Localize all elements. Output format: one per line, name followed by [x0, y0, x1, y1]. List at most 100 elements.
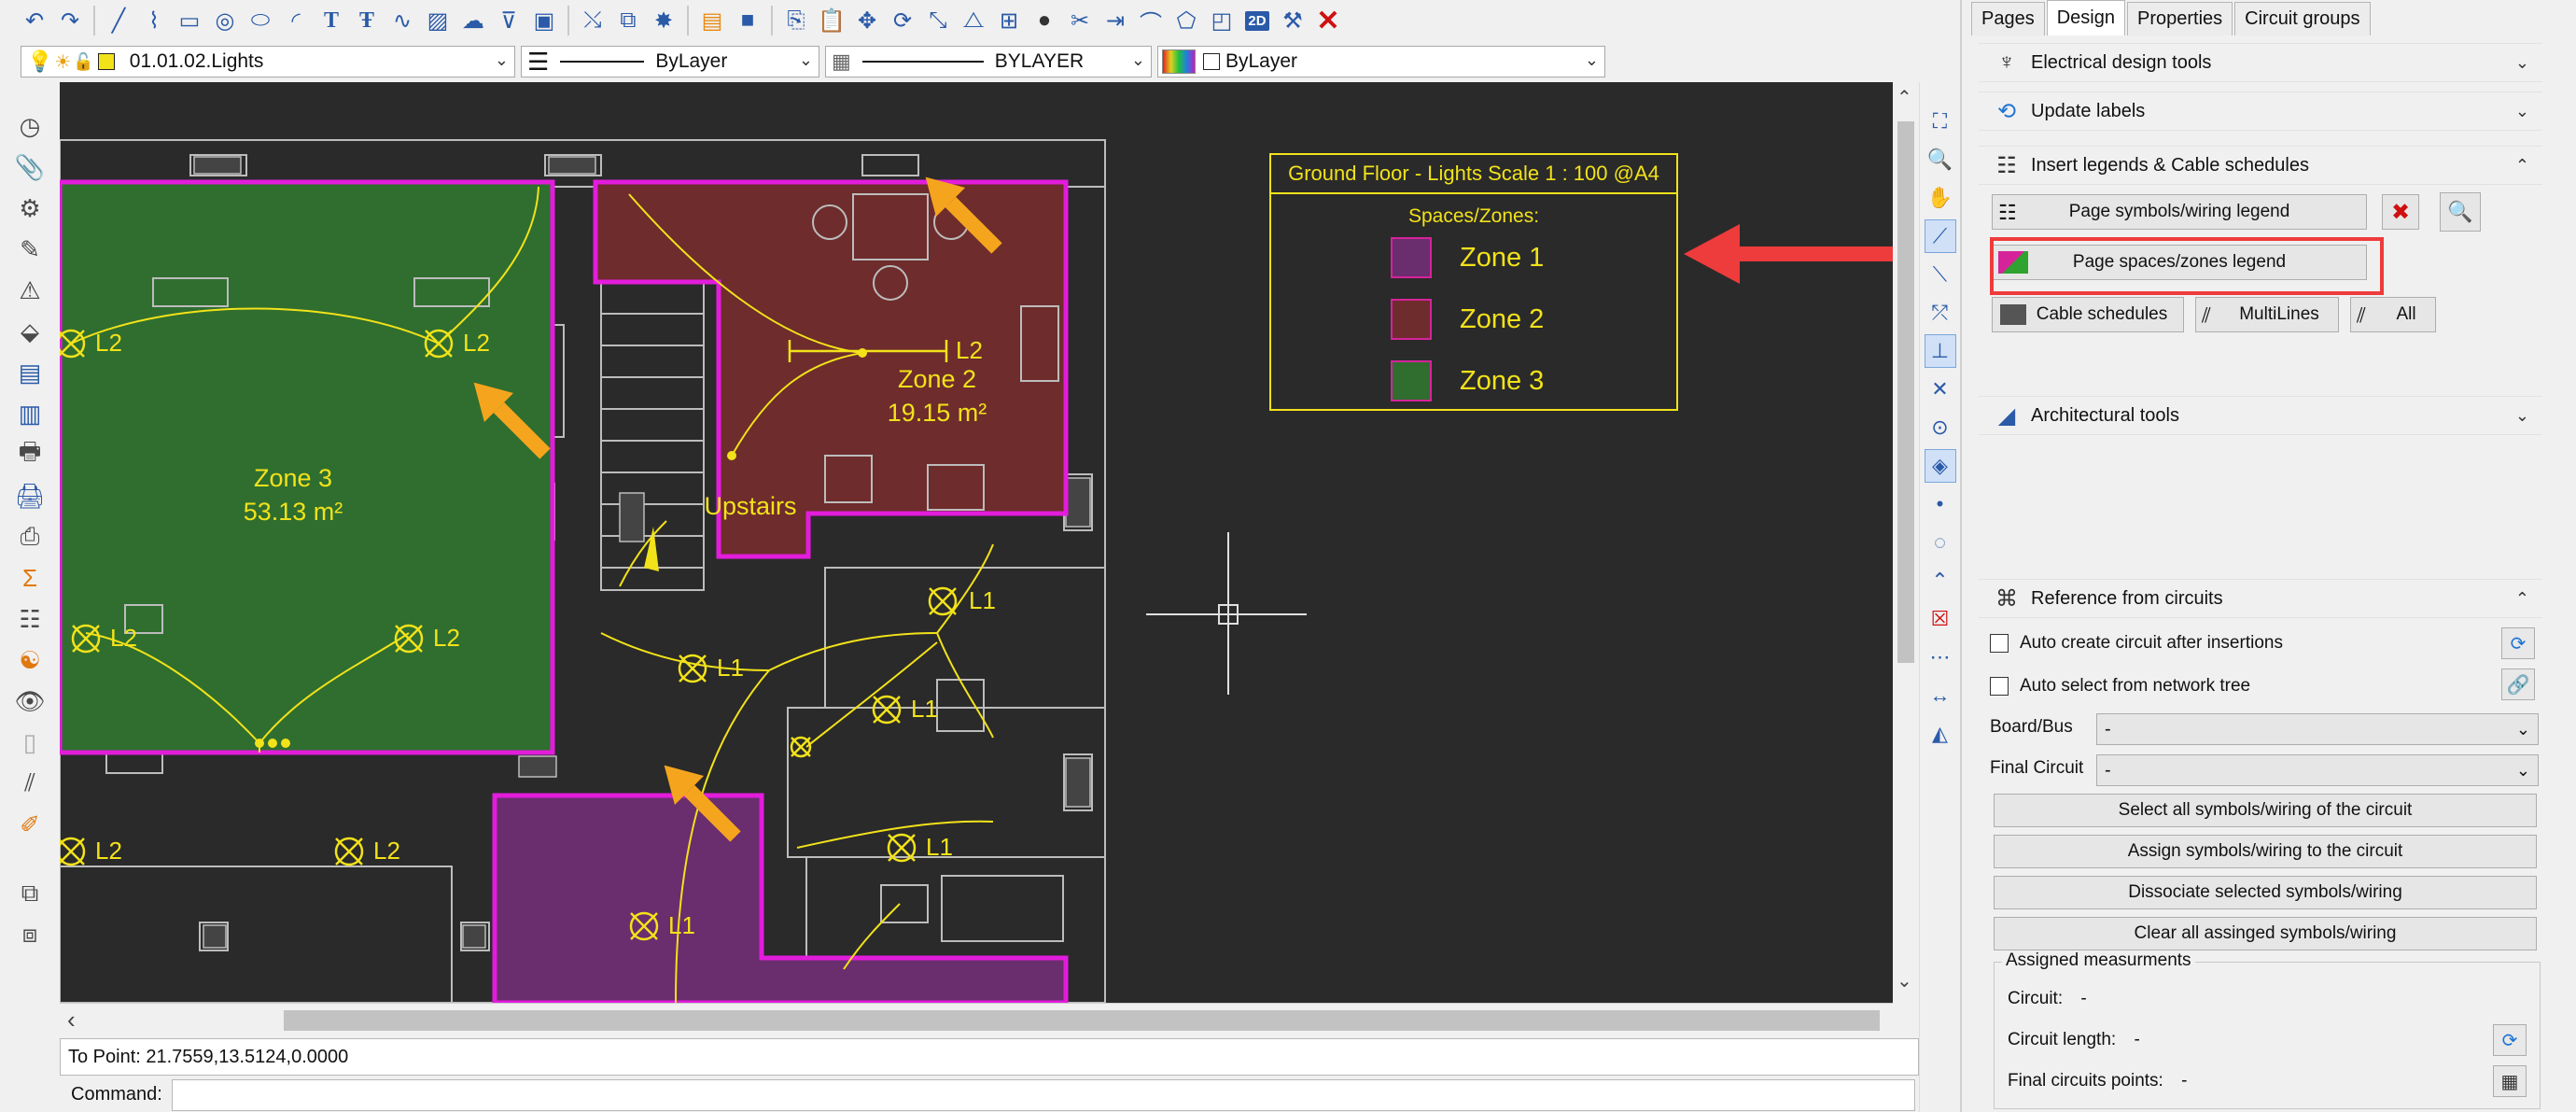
attach-icon[interactable]: 📎 — [11, 149, 49, 185]
snap-tangent-icon[interactable]: ◌ — [1925, 526, 1956, 559]
snap-clear-icon[interactable]: ☒ — [1925, 602, 1956, 636]
zoom-extents-icon[interactable]: ⛶ — [1925, 105, 1956, 138]
insert-clock-icon[interactable]: ◷ — [11, 108, 49, 144]
tab-design[interactable]: Design — [2046, 0, 2125, 35]
color-combo[interactable]: ByLayer ⌄ — [1157, 46, 1605, 77]
section-electrical-design-tools[interactable]: ♆ Electrical design tools ⌄ — [1979, 43, 2542, 82]
paste-icon[interactable]: 📋 — [816, 5, 847, 36]
auto-create-checkbox[interactable]: Auto create circuit after insertions — [1990, 633, 2283, 654]
snap-grid-icon[interactable]: ⋯ — [1925, 640, 1956, 674]
trim-icon[interactable]: ✂ — [1064, 5, 1096, 36]
scroll-down-icon[interactable]: ⌄ — [1897, 969, 1912, 992]
delete-legend-button[interactable]: ✖ — [2382, 194, 2419, 230]
vertical-scrollbar[interactable]: ⌃ ⌄ — [1893, 82, 1919, 1003]
scroll-thumb[interactable] — [284, 1010, 1880, 1031]
copy-icon[interactable]: ⧉ — [612, 5, 644, 36]
image-icon[interactable]: ▣ — [528, 5, 560, 36]
rectangle-icon[interactable]: ▭ — [174, 5, 205, 36]
all-button[interactable]: ⫽ All — [2350, 297, 2436, 332]
section-reference-from-circuits[interactable]: ⌘ Reference from circuits ⌃ — [1979, 579, 2542, 618]
sphere-icon[interactable]: ● — [1029, 5, 1060, 36]
checkbox-box[interactable] — [1990, 677, 2009, 696]
pdf-batch-icon[interactable]: ▥ — [11, 396, 49, 431]
zoom-icon[interactable]: 🔍 — [1925, 143, 1956, 176]
tag-icon[interactable]: ⬙ — [11, 314, 49, 349]
snap-perpendicular-icon[interactable]: ⊥ — [1924, 334, 1956, 368]
section-update-labels[interactable]: ⟲ Update labels ⌄ — [1979, 91, 2542, 131]
properties-icon[interactable]: ▤ — [696, 5, 728, 36]
link-button[interactable]: 🔗 — [2501, 669, 2535, 700]
drawing-canvas[interactable]: Zone 3 53.13 m² Zone 2 19.15 m² Upstairs… — [60, 82, 1893, 1003]
area-icon[interactable]: ◭ — [1925, 717, 1956, 751]
spaces-zones-legend[interactable]: Ground Floor - Lights Scale 1 : 100 @A4 … — [1269, 153, 1678, 411]
print-batch-icon[interactable]: 🖨 — [11, 478, 49, 514]
report-icon[interactable]: ☷ — [11, 601, 49, 637]
sum-icon[interactable]: Σ — [11, 560, 49, 596]
tab-properties[interactable]: Properties — [2126, 2, 2233, 35]
edit-block-icon[interactable]: ✎ — [11, 232, 49, 267]
explode-icon[interactable]: ✸ — [648, 5, 679, 36]
snap-center-icon[interactable]: ⊙ — [1925, 411, 1956, 444]
measure-icon[interactable]: ↔ — [1925, 679, 1956, 712]
array-icon[interactable]: ⊞ — [993, 5, 1025, 36]
snap-intersection-icon[interactable]: ✕ — [1925, 373, 1956, 406]
pan-hand-icon[interactable]: ✋ — [1925, 181, 1956, 215]
layer-combo[interactable]: 💡 ☀ 🔓 01.01.02.Lights ⌄ — [21, 46, 515, 77]
checkbox-box[interactable] — [1990, 634, 2009, 653]
warning-icon[interactable]: ⚠ — [11, 273, 49, 308]
mirror-icon[interactable]: ⧍ — [958, 5, 989, 36]
dissociate-symbols-button[interactable]: Dissociate selected symbols/wiring — [1994, 876, 2537, 909]
page-icon[interactable]: ▯ — [11, 725, 49, 760]
linetype-combo[interactable]: ☰ ByLayer ⌄ — [521, 46, 819, 77]
wiring-icon[interactable]: ⫽ — [11, 766, 49, 801]
cloud-icon[interactable]: ☁ — [457, 5, 489, 36]
snap-midpoint-icon[interactable]: ⟍ — [1925, 258, 1956, 291]
horizontal-scrollbar[interactable]: ‹ — [60, 1003, 1893, 1036]
chamfer-icon[interactable]: ⬠ — [1170, 5, 1202, 36]
circle-icon[interactable]: ◎ — [209, 5, 241, 36]
network-icon[interactable]: ☯ — [11, 642, 49, 678]
extend-icon[interactable]: ⇥ — [1099, 5, 1131, 36]
scroll-up-icon[interactable]: ⌃ — [1897, 86, 1912, 109]
snap-endpoint-icon[interactable]: ⟋ — [1924, 219, 1956, 253]
snap-nearest-icon[interactable]: ⤱ — [1925, 296, 1956, 330]
find-legend-button[interactable]: 🔍 — [2440, 192, 2481, 232]
assign-symbols-button[interactable]: Assign symbols/wiring to the circuit — [1994, 835, 2537, 868]
close-icon[interactable]: ✕ — [1312, 5, 1344, 36]
pages-icon[interactable]: ⧉ — [11, 876, 49, 911]
spline-icon[interactable]: ∿ — [386, 5, 418, 36]
pan-icon[interactable]: ✥ — [851, 5, 883, 36]
command-input[interactable] — [172, 1078, 1915, 1111]
tools-icon[interactable]: ⚒ — [1277, 5, 1309, 36]
lineweight-combo[interactable]: ▦ BYLAYER ⌄ — [825, 46, 1152, 77]
viewport-icon[interactable]: ◰ — [1206, 5, 1238, 36]
refresh-measurements-button[interactable]: ⟳ — [2493, 1024, 2527, 1056]
settings-icon[interactable]: ⚙ — [11, 190, 49, 226]
tab-pages[interactable]: Pages — [1971, 2, 2045, 35]
move-icon[interactable]: ⤯ — [577, 5, 609, 36]
layout-icon[interactable]: ⧈ — [11, 917, 49, 952]
snap-node-icon[interactable]: • — [1925, 487, 1956, 521]
section-insert-legends[interactable]: ☷ Insert legends & Cable schedules ⌃ — [1979, 146, 2542, 185]
copyclip-icon[interactable]: ⎘ — [780, 5, 812, 36]
calculator-button[interactable]: ▦ — [2493, 1065, 2527, 1097]
leader-icon[interactable]: ⊽ — [493, 5, 525, 36]
multilines-button[interactable]: ⫽ MultiLines — [2195, 297, 2339, 332]
final-circuit-select[interactable]: - ⌄ — [2096, 754, 2539, 786]
2d-icon[interactable]: 2D — [1241, 5, 1273, 36]
line-icon[interactable]: ╱ — [103, 5, 134, 36]
board-bus-select[interactable]: - ⌄ — [2096, 713, 2539, 745]
undo-icon[interactable]: ↶ — [19, 5, 50, 36]
clear-assigned-button[interactable]: Clear all assinged symbols/wiring — [1994, 917, 2537, 950]
arc-icon[interactable]: ◜ — [280, 5, 312, 36]
select-all-symbols-button[interactable]: Select all symbols/wiring of the circuit — [1994, 794, 2537, 827]
snap-quadrant-icon[interactable]: ◈ — [1924, 449, 1956, 483]
cable-schedules-button[interactable]: Cable schedules — [1992, 297, 2184, 332]
print-setup-icon[interactable]: ⎙ — [11, 519, 49, 555]
fillet-icon[interactable]: ⌒ — [1135, 5, 1167, 36]
redo-icon[interactable]: ↷ — [54, 5, 86, 36]
rotate-icon[interactable]: ⟳ — [887, 5, 918, 36]
scroll-thumb[interactable] — [1897, 121, 1914, 663]
polyline-icon[interactable]: ⌇ — [138, 5, 170, 36]
hatch-icon[interactable]: ▨ — [422, 5, 454, 36]
